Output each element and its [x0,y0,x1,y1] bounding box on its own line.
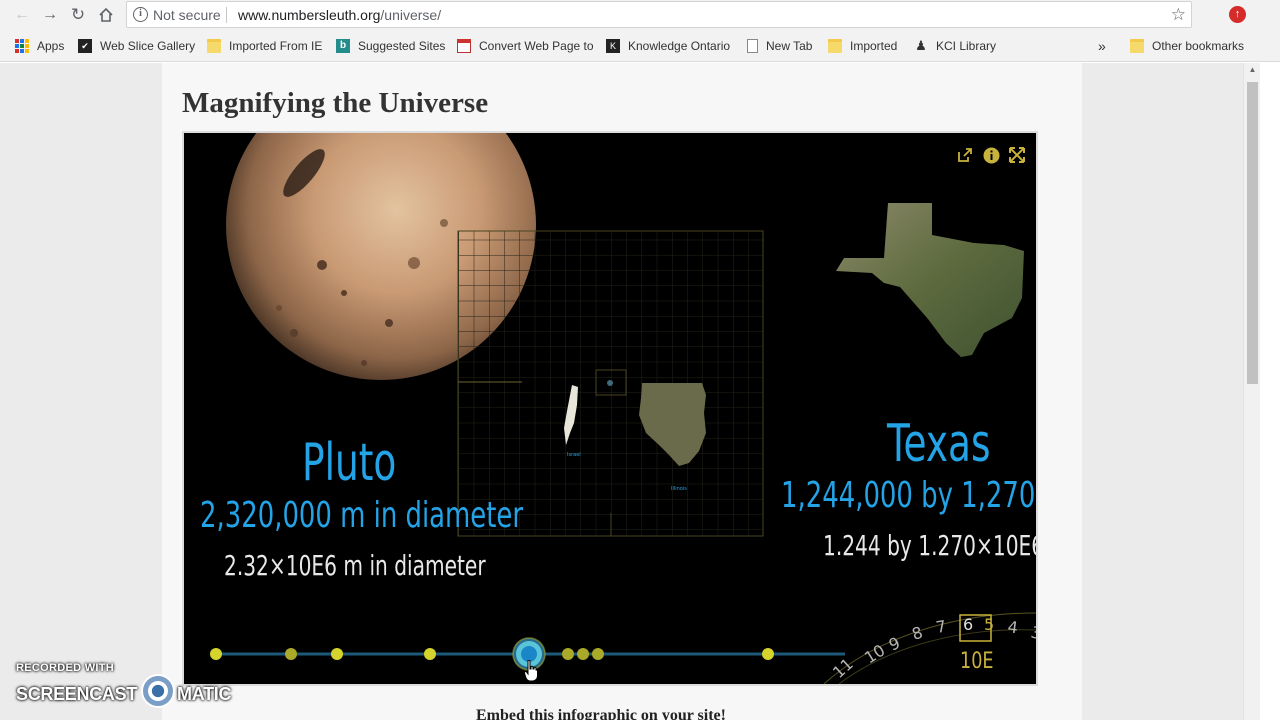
page-title: Magnifying the Universe [182,87,489,119]
back-arrow-icon[interactable]: ← [11,4,33,26]
texas-name: Texas [887,414,991,474]
bookmark-new-tab[interactable]: New Tab [747,38,812,54]
bookmark-apps[interactable]: Apps [15,38,64,54]
bookmark-label: Apps [37,39,65,53]
bookmark-label: Knowledge Ontario [628,39,731,53]
universe-infographic[interactable]: Israel Illinois 11 10 9 8 7 6 5 4 3 Plut… [182,131,1038,686]
bookmarks-overflow-chevron-icon[interactable]: » [1098,38,1106,54]
bookmark-kci-library[interactable]: ♟ KCI Library [914,38,996,54]
timeline-dot[interactable] [577,648,589,660]
page-icon [747,39,758,53]
watermark-logo: SCREENCAST MATIC [16,674,232,708]
watermark-word2: MATIC [177,683,232,704]
home-icon[interactable] [95,4,117,26]
timeline-dot[interactable] [210,648,222,660]
timeline-dot[interactable] [762,648,774,660]
israel-label: Israel [567,452,581,458]
folder-icon [828,39,842,53]
reload-icon[interactable]: ↻ [67,4,89,26]
magnification-grid [457,230,764,537]
embed-infographic-link[interactable]: Embed this infographic on your site! [476,707,726,720]
bookmark-label: KCI Library [936,39,997,53]
info-icon[interactable]: i [133,7,148,22]
security-status[interactable]: Not secure [153,7,221,23]
bookmark-imported-from-ie[interactable]: Imported From IE [207,38,322,54]
bookmark-label: Web Slice Gallery [100,39,196,53]
browser-toolbar: ← → ↻ i Not secure www.numbersleuth.org/… [0,0,1280,30]
bookmark-label: Suggested Sites [358,39,446,53]
dial-numbers[interactable]: 11 10 9 8 7 6 5 4 3 [829,615,1036,682]
bookmark-imported[interactable]: Imported [828,38,897,54]
dial-exponent-label: 10E [960,649,994,674]
timeline-dot[interactable] [285,648,297,660]
share-external-icon[interactable] [955,145,975,165]
bookmark-convert-web-page[interactable]: Convert Web Page to [457,38,594,54]
apps-grid-icon [15,39,29,53]
dial-number[interactable]: 3 [1029,622,1036,643]
dial-number-selected[interactable]: 6 [963,615,973,634]
bookmark-label: Imported From IE [229,39,323,53]
address-bar[interactable]: i Not secure www.numbersleuth.org/univer… [126,1,1192,28]
dial-number[interactable]: 8 [910,623,925,644]
folder-icon [207,39,221,53]
address-divider [226,7,227,23]
window-edge [1260,63,1280,720]
bookmark-web-slice-gallery[interactable]: ✔ Web Slice Gallery [78,38,195,54]
bookmark-label: New Tab [766,39,813,53]
hand-cursor-icon [524,660,538,682]
url-path: /universe/ [380,7,442,23]
bookmarks-bar: Apps ✔ Web Slice Gallery Imported From I… [0,30,1280,62]
exponent-dial[interactable]: 11 10 9 8 7 6 5 4 3 [823,612,1036,684]
screencast-o-icon [141,674,176,708]
illinois-label: Illinois [671,486,687,492]
texas-image [836,203,1024,357]
timeline-dot[interactable] [592,648,604,660]
timeline-dot[interactable] [331,648,343,660]
bookmark-star-icon[interactable]: ☆ [1171,5,1186,25]
bing-icon: b [336,39,350,53]
scroll-up-arrow-icon[interactable]: ▲ [1244,65,1261,77]
knowledge-ontario-icon: K [606,39,620,53]
texas-dimensions: 1,244,000 by 1,270,0 [781,475,1038,516]
texas-scientific: 1.244 by 1.270×10E6 [823,529,1038,562]
watermark-word1: SCREENCAST [16,683,138,704]
pluto-name: Pluto [302,433,397,493]
dial-number[interactable]: 5 [984,615,994,634]
pluto-scientific: 2.32×10E6 m in diameter [224,549,486,582]
timeline-dot[interactable] [562,648,574,660]
folder-icon [1130,39,1144,53]
dial-number[interactable]: 11 [829,654,857,682]
web-slice-icon: ✔ [78,39,92,53]
vertical-scrollbar[interactable]: ▲ [1243,63,1260,720]
dial-number[interactable]: 9 [886,633,903,655]
bookmark-label: Other bookmarks [1152,39,1245,53]
url-text[interactable]: www.numbersleuth.org/universe/ [238,7,441,23]
infographic-canvas: Israel Illinois 11 10 9 8 7 6 5 4 3 [210,133,1036,684]
screencast-watermark: RECORDED WITH SCREENCAST MATIC [16,662,231,708]
dial-number[interactable]: 4 [1006,617,1019,637]
bookmark-other-bookmarks[interactable]: Other bookmarks [1130,38,1244,54]
bookmark-knowledge-ontario[interactable]: K Knowledge Ontario [606,38,730,54]
fullscreen-icon[interactable] [1007,145,1027,165]
person-icon: ♟ [915,38,927,53]
scroll-thumb[interactable] [1247,82,1258,384]
bookmark-label: Imported [850,39,898,53]
extension-icon[interactable]: ↑ [1229,6,1246,23]
info-circle-icon[interactable] [981,145,1001,165]
pluto-diameter: 2,320,000 m in diameter [200,495,524,536]
pdf-convert-icon [457,39,471,53]
dial-number[interactable]: 7 [934,616,947,636]
timeline-dot[interactable] [424,648,436,660]
url-host: www.numbersleuth.org [238,7,381,23]
bookmark-label: Convert Web Page to [479,39,594,53]
forward-arrow-icon[interactable]: → [39,4,61,26]
bookmark-suggested-sites[interactable]: b Suggested Sites [336,38,445,54]
watermark-line1: RECORDED WITH [16,662,115,674]
